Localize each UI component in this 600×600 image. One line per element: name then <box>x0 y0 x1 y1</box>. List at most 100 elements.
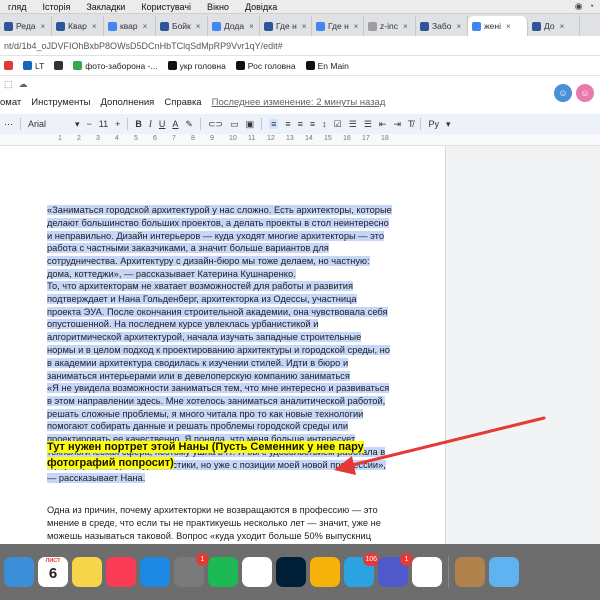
browser-tab[interactable]: Где н × <box>260 16 312 36</box>
collaborator-avatar-icon[interactable]: ☺ <box>576 84 594 102</box>
clear-formatting-icon[interactable]: T̸ <box>408 119 414 129</box>
teams-icon[interactable]: 1 <box>378 553 413 587</box>
align-left-icon[interactable]: ≡ <box>269 119 279 129</box>
bookmark-item[interactable]: фото-заборона -... <box>73 61 158 71</box>
tab-label: Где н <box>328 21 349 31</box>
docs-menu-addons[interactable]: Дополнения <box>101 97 155 108</box>
menu-history[interactable]: Історія <box>34 2 78 12</box>
docs-menu-tools[interactable]: Инструменты <box>31 97 90 108</box>
chevron-down-icon[interactable]: ▾ <box>446 119 451 130</box>
menu-window[interactable]: Вікно <box>199 2 237 12</box>
close-tab-icon[interactable]: × <box>249 22 254 31</box>
underline-button[interactable]: U <box>159 119 166 129</box>
paint-format-icon[interactable]: ⋯ <box>4 119 13 130</box>
line-spacing-icon[interactable]: ↕ <box>322 119 327 129</box>
align-right-icon[interactable]: ≡ <box>298 119 303 129</box>
browser-tab[interactable]: Где н × <box>312 16 364 36</box>
close-tab-icon[interactable]: × <box>92 22 97 31</box>
close-tab-icon[interactable]: × <box>196 22 201 31</box>
highlight-pen-icon[interactable]: ✎ <box>185 119 193 130</box>
input-tools-button[interactable]: Рy <box>428 119 439 129</box>
bookmark-item[interactable]: Рос головна <box>235 61 296 71</box>
bookmark-item[interactable]: укр головна <box>167 61 226 71</box>
last-edit-link[interactable]: Последнее изменение: 2 минуты назад <box>212 97 386 108</box>
photoshop-icon[interactable] <box>276 557 306 587</box>
ruler[interactable]: 1 2 3 4 5 6 7 8 9 10 11 12 13 14 15 16 17 18 <box>0 134 600 146</box>
paragraph-1[interactable]: «Заниматься городской архитектурой у нас… <box>47 204 392 281</box>
app-store-icon[interactable] <box>140 557 170 587</box>
wifi-tray-icon[interactable]: ◔ <box>589 1 594 12</box>
increase-font-size-button[interactable]: + <box>115 119 120 129</box>
lightning-icon[interactable] <box>310 557 340 587</box>
docs-menu-help[interactable]: Справка <box>164 97 201 108</box>
text-color-button[interactable]: A <box>172 119 178 129</box>
ruler-mark: 7 <box>172 135 176 142</box>
calendar-icon[interactable]: ЛИСТ 6 <box>38 557 68 587</box>
font-size-input[interactable]: 11 <box>99 119 108 129</box>
add-comment-icon[interactable]: ▭ <box>230 119 239 130</box>
chrome-icon[interactable] <box>242 557 272 587</box>
chevron-down-icon[interactable]: ▾ <box>75 119 80 130</box>
monday-icon[interactable] <box>412 557 442 587</box>
paragraph-4[interactable]: Одна из причин, почему архитекторки не в… <box>47 504 392 544</box>
link-icon[interactable]: ⊂⊃ <box>208 119 223 130</box>
menu-users[interactable]: Користувачі <box>133 2 199 12</box>
finder-folder-icon[interactable] <box>489 557 519 587</box>
font-family-select[interactable]: Arial <box>28 119 68 129</box>
bookmark-item[interactable] <box>4 61 13 70</box>
close-tab-icon[interactable]: × <box>302 22 307 31</box>
collaborator-avatar-icon[interactable]: ☺ <box>554 84 572 102</box>
cloud-saved-icon[interactable]: ☁ <box>19 79 28 90</box>
system-preferences-icon[interactable]: 1 <box>174 553 209 587</box>
paragraph-2[interactable]: То, что архитекторам не хватает возможно… <box>47 280 392 395</box>
close-tab-icon[interactable]: × <box>41 22 46 31</box>
bulleted-list-icon[interactable]: ☰ <box>349 119 357 130</box>
browser-tab[interactable]: z-inc × <box>364 16 416 36</box>
numbered-list-icon[interactable]: ☰ <box>364 119 372 130</box>
decrease-font-size-button[interactable]: − <box>87 119 92 129</box>
bookmark-item[interactable]: LT <box>23 61 44 71</box>
notes-icon[interactable] <box>72 557 102 587</box>
browser-tab[interactable]: квар × <box>104 16 156 36</box>
browser-tab[interactable]: жені × <box>468 16 528 36</box>
close-tab-icon[interactable]: × <box>456 22 461 31</box>
menu-view[interactable]: гляд <box>0 2 34 12</box>
browser-tab[interactable]: Квар × <box>52 16 104 36</box>
bold-button[interactable]: B <box>135 119 142 129</box>
chrome-tray-icon[interactable]: ◉ <box>575 1 583 12</box>
docs-menu-format[interactable]: омат <box>0 97 21 108</box>
url-text[interactable]: nt/d/1b4_oJDVFIOhBxbP8OWsD5DCnHbTClqSdMp… <box>4 41 283 51</box>
align-center-icon[interactable]: ≡ <box>285 119 290 129</box>
decrease-indent-icon[interactable]: ⇤ <box>379 119 387 130</box>
insert-image-icon[interactable]: ▣ <box>246 119 255 130</box>
document-page[interactable]: «Заниматься городской архитектурой у нас… <box>0 146 446 544</box>
menu-help[interactable]: Довідка <box>237 2 285 12</box>
close-tab-icon[interactable]: × <box>506 22 511 31</box>
browser-tab[interactable]: Реда × <box>0 16 52 36</box>
music-icon[interactable] <box>106 557 136 587</box>
italic-button[interactable]: I <box>149 119 152 129</box>
spotify-icon[interactable] <box>208 557 238 587</box>
checklist-icon[interactable]: ☑ <box>334 119 342 130</box>
close-tab-icon[interactable]: × <box>143 22 148 31</box>
archive-icon[interactable] <box>455 557 485 587</box>
close-tab-icon[interactable]: × <box>560 22 565 31</box>
ruler-mark: 4 <box>115 135 119 142</box>
align-justify-icon[interactable]: ≡ <box>310 119 315 129</box>
close-tab-icon[interactable]: × <box>403 22 408 31</box>
close-tab-icon[interactable]: × <box>354 22 359 31</box>
bookmark-item[interactable]: En Main <box>305 61 349 71</box>
address-bar[interactable]: nt/d/1b4_oJDVFIOhBxbP8OWsD5DCnHbTClqSdMp… <box>0 36 600 56</box>
increase-indent-icon[interactable]: ⇥ <box>393 119 401 130</box>
finder-icon[interactable] <box>4 557 34 587</box>
menu-bookmarks[interactable]: Закладки <box>78 2 133 12</box>
browser-tab[interactable]: Дода × <box>208 16 260 36</box>
bookmark-item[interactable] <box>54 61 64 70</box>
browser-tab[interactable]: Бойк × <box>156 16 208 36</box>
telegram-icon[interactable]: 106 <box>344 553 379 587</box>
move-to-folder-icon[interactable]: ⬚ <box>4 79 13 90</box>
browser-tab[interactable]: До × <box>528 16 580 36</box>
browser-tab[interactable]: Забо × <box>416 16 468 36</box>
word-doc-icon <box>420 21 429 31</box>
highlighted-note[interactable]: Тут нужен портрет этой Наны (Пусть Семен… <box>47 440 392 471</box>
